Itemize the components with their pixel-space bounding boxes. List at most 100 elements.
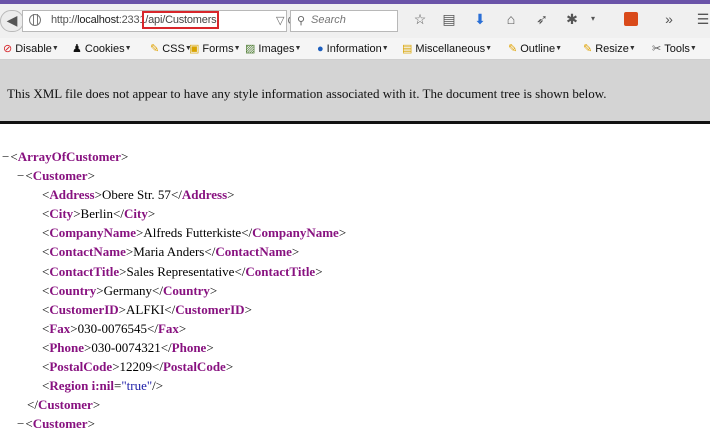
- xml-line-record-open: −<Customer>: [17, 168, 95, 184]
- bookmark-star-icon[interactable]: ☆: [411, 12, 429, 26]
- devbar-css[interactable]: ✎ CSS▼: [150, 43, 192, 55]
- tag-name: ContactName: [49, 244, 126, 260]
- tag-name: Customer: [32, 168, 88, 184]
- field-value: Sales Representative: [126, 263, 235, 279]
- field-value: Alfreds Futterkiste: [143, 225, 242, 241]
- xml-line-record-close: </Customer>: [27, 397, 101, 413]
- tag-name: Country: [49, 282, 97, 298]
- reading-list-icon[interactable]: ▤: [440, 12, 458, 26]
- resize-pencil-icon: ✎: [583, 43, 593, 55]
- info-icon: ●: [317, 43, 324, 55]
- xml-field-line: <CompanyName>Alfreds Futterkiste</Compan…: [42, 225, 347, 241]
- tag-name: ContactName: [215, 244, 292, 260]
- banner-message: This XML file does not appear to have an…: [7, 86, 607, 101]
- xml-tree: −<ArrayOfCustomer> −<Customer> <Address>…: [0, 147, 346, 433]
- search-box[interactable]: ⚲: [290, 10, 398, 32]
- cookie-person-icon: ♟: [72, 43, 82, 55]
- back-button[interactable]: ◀: [0, 10, 24, 32]
- xml-field-line: <Fax>030-0076545</Fax>: [42, 320, 187, 336]
- search-input[interactable]: [311, 14, 391, 26]
- devbar-label: Resize: [595, 43, 629, 55]
- attr-name: i:nil: [91, 378, 114, 394]
- field-value: 12209: [119, 359, 153, 375]
- url-path-highlighted: /api/Customers: [142, 11, 220, 29]
- tag-name: Fax: [49, 320, 71, 336]
- devbar-label: Tools: [664, 43, 690, 55]
- tag-name: Phone: [171, 339, 207, 355]
- field-value: 030-0076545: [77, 320, 147, 336]
- xml-field-line: <City>Berlin</City>: [42, 206, 156, 222]
- overflow-icon[interactable]: »: [660, 12, 678, 26]
- url-scheme: http://: [51, 14, 78, 26]
- developer-toolbar: ⊘ Disable▼ ♟ Cookies▼ ✎ CSS▼ ▣ Forms▼ ▨ Image…: [0, 38, 710, 60]
- tag-name: Region: [49, 378, 89, 394]
- tag-name: City: [123, 206, 148, 222]
- devbar-tools[interactable]: ✂ Tools▼: [652, 43, 697, 55]
- devbar-label: CSS: [162, 43, 185, 55]
- tag-name: CompanyName: [49, 225, 137, 241]
- devbar-label: Disable: [15, 43, 52, 55]
- devbar-miscellaneous[interactable]: ▤ Miscellaneous▼: [402, 43, 492, 55]
- url-text: http://localhost:2331/api/Customers: [51, 11, 220, 29]
- devbar-label: Outline: [520, 43, 556, 55]
- window-top-edge: [0, 0, 710, 4]
- xml-field-line: <Country>Germany</Country>: [42, 282, 218, 298]
- devbar-label: Cookies: [84, 43, 125, 55]
- xml-field-line-region: <Region i:nil="true"/>: [42, 378, 164, 394]
- collapse-toggle[interactable]: −: [17, 416, 24, 431]
- field-value: Germany: [103, 282, 153, 298]
- misc-icon: ▤: [402, 43, 413, 55]
- devbar-resize[interactable]: ✎ Resize▼: [583, 43, 636, 55]
- xml-line-root-open: −<ArrayOfCustomer>: [2, 149, 129, 164]
- devbar-label: Miscellaneous: [415, 43, 486, 55]
- xml-field-line: <ContactTitle>Sales Representative</Cont…: [42, 263, 323, 279]
- mute-icon[interactable]: ✱: [563, 12, 581, 26]
- tag-name: Fax: [157, 320, 179, 336]
- xml-field-line: <CustomerID>ALFKI</CustomerID>: [42, 301, 252, 317]
- devbar-outline[interactable]: ✎ Outline▼: [508, 43, 562, 55]
- outline-pencil-icon: ✎: [508, 43, 518, 55]
- address-bar[interactable]: http://localhost:2331/api/Customers ▽ C: [22, 10, 295, 32]
- devbar-information[interactable]: ● Information▼: [317, 43, 389, 55]
- devbar-forms[interactable]: ▣ Forms▼: [189, 43, 241, 55]
- url-host: localhost: [77, 14, 119, 26]
- back-arrow-icon: ◀: [6, 12, 18, 28]
- url-port: :2331: [118, 14, 146, 26]
- tools-icon: ✂: [652, 43, 662, 55]
- xml-field-line: <Address>Obere Str. 57</Address>: [42, 187, 235, 203]
- devbar-images[interactable]: ▨ Images▼: [245, 43, 301, 55]
- tag-name: ContactTitle: [49, 263, 120, 279]
- devbar-cookies[interactable]: ♟ Cookies▼: [72, 43, 132, 55]
- stop-icon[interactable]: [624, 12, 638, 26]
- history-dropdown-icon[interactable]: ▽: [276, 15, 284, 27]
- tag-name: CustomerID: [175, 301, 245, 317]
- devbar-disable[interactable]: ⊘ Disable▼: [3, 43, 59, 55]
- send-icon[interactable]: ➶: [533, 12, 551, 26]
- tag-name: CompanyName: [252, 225, 339, 241]
- tag-name: ContactTitle: [245, 263, 316, 279]
- tag-name: City: [49, 206, 74, 222]
- image-icon: ▨: [245, 43, 256, 55]
- home-icon[interactable]: ⌂: [502, 12, 520, 26]
- devbar-label: Information: [326, 43, 382, 55]
- attr-value: "true": [121, 378, 153, 394]
- collapse-toggle[interactable]: −: [2, 149, 9, 164]
- field-value: Maria Anders: [133, 244, 205, 260]
- menu-icon[interactable]: ☰: [694, 12, 710, 26]
- xml-field-line: <ContactName>Maria Anders</ContactName>: [42, 244, 300, 260]
- globe-icon: [29, 14, 41, 26]
- tag-name: Address: [49, 187, 95, 203]
- tag-name: Country: [162, 282, 210, 298]
- tag-name: CustomerID: [49, 301, 119, 317]
- xml-field-line: <PostalCode>12209</PostalCode>: [42, 359, 234, 375]
- devbar-label: Forms: [202, 43, 234, 55]
- tag-name: PostalCode: [162, 359, 226, 375]
- mute-dropdown-icon[interactable]: ▾: [584, 12, 602, 26]
- field-value: ALFKI: [126, 301, 165, 317]
- search-icon: ⚲: [297, 15, 306, 27]
- download-icon[interactable]: ⬇: [471, 12, 489, 26]
- collapse-toggle[interactable]: −: [17, 168, 24, 183]
- field-value: Obere Str. 57: [101, 187, 171, 203]
- pencil-icon: ✎: [150, 43, 160, 55]
- devbar-label: Images: [258, 43, 295, 55]
